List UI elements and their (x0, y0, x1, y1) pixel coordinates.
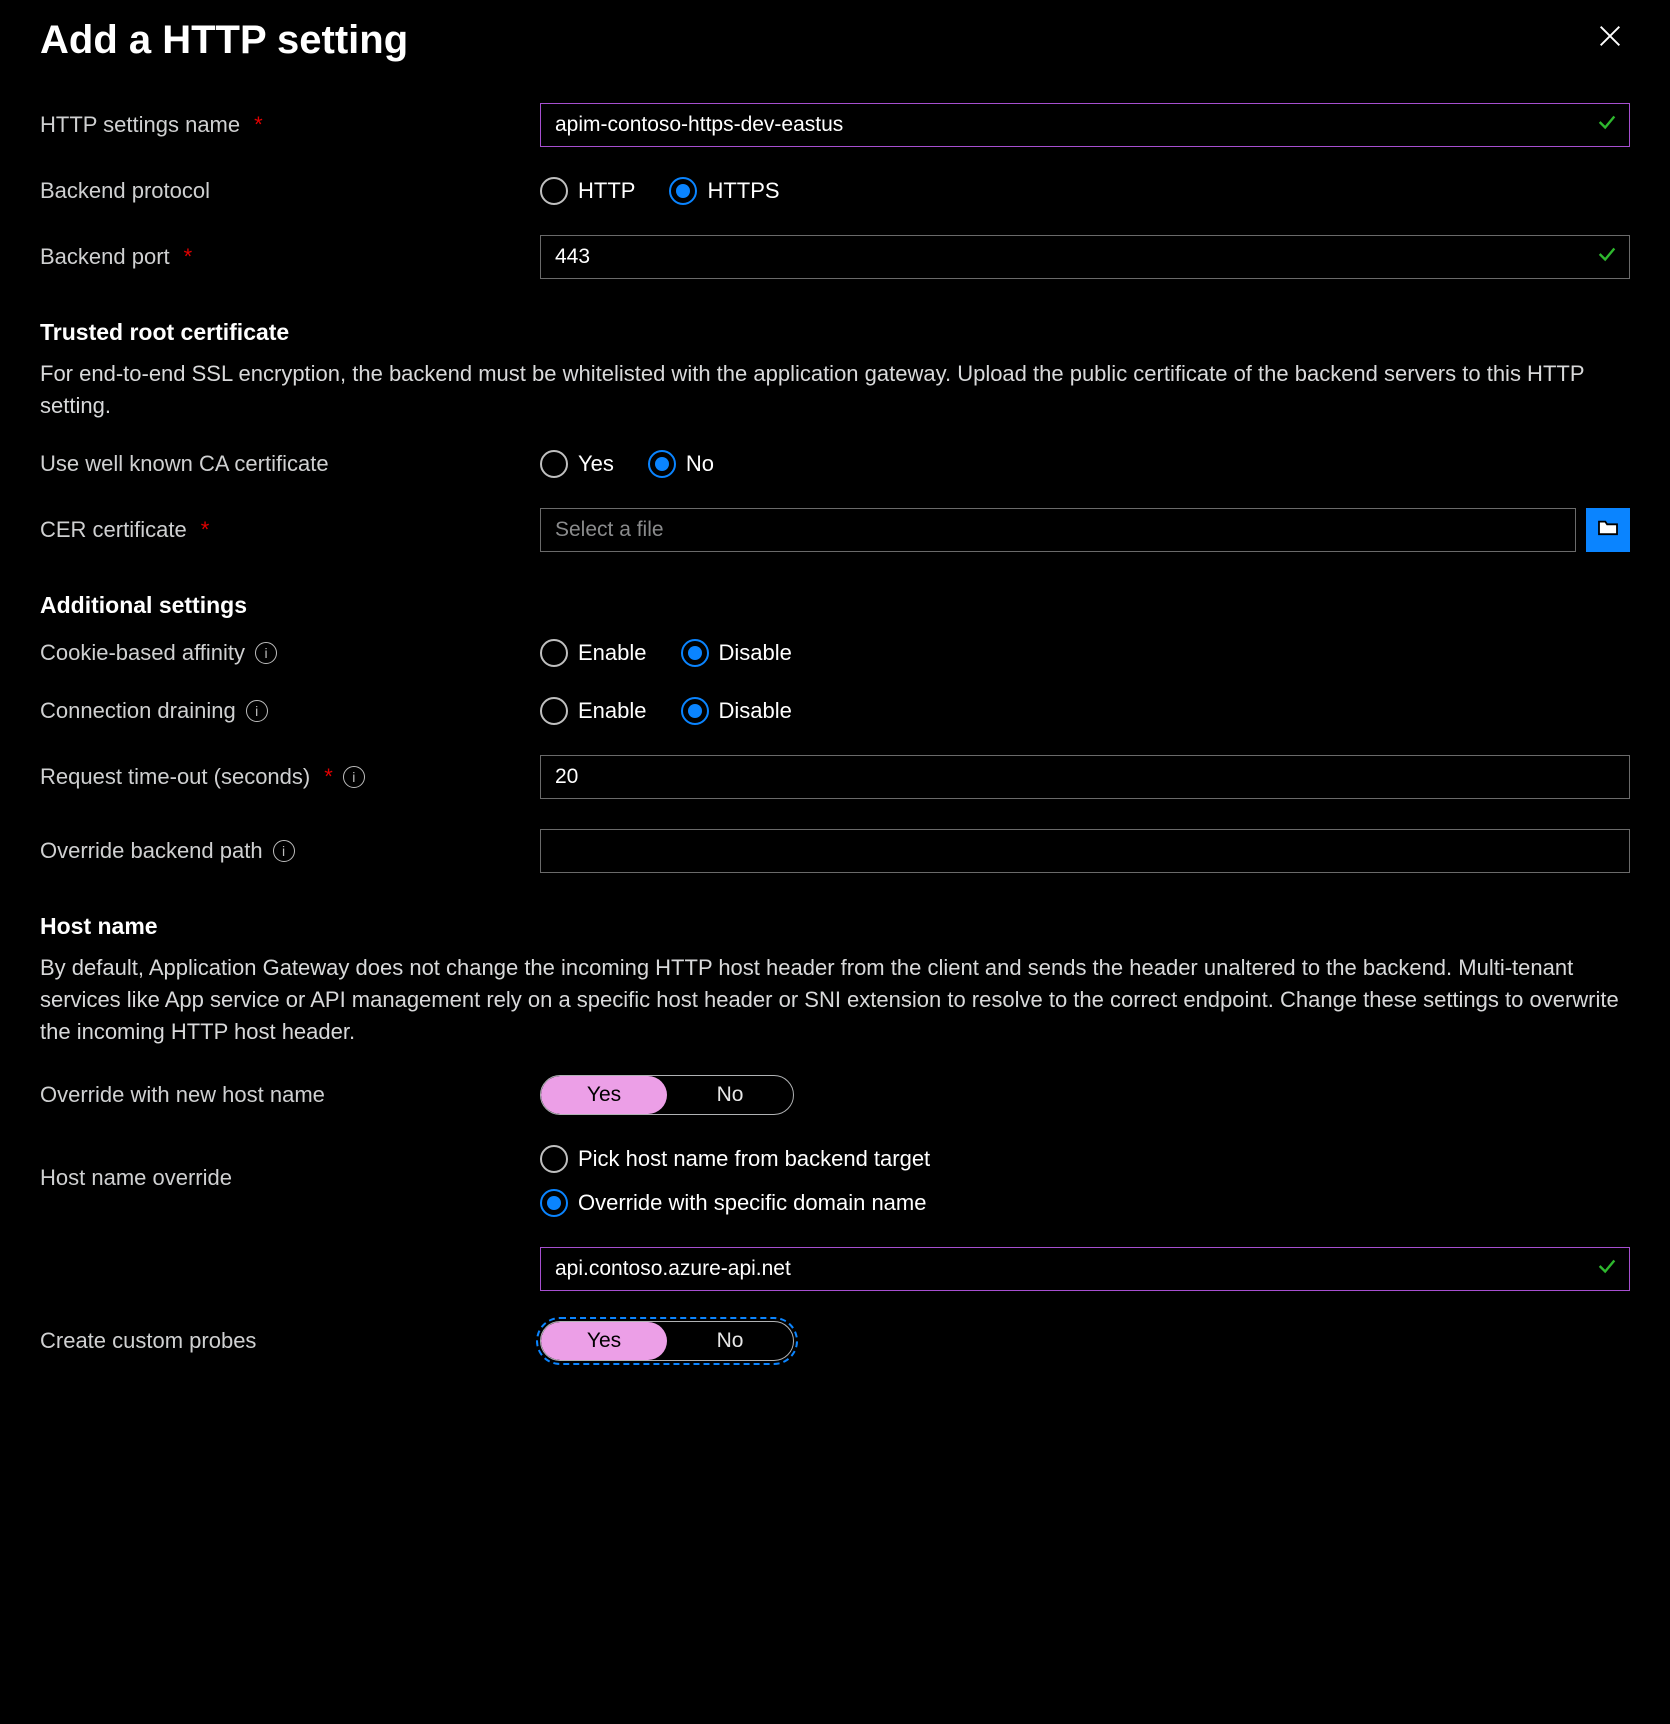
pill-override-no[interactable]: No (667, 1076, 793, 1114)
cer-file-placeholder[interactable]: Select a file (540, 508, 1576, 552)
label-create-custom-probes: Create custom probes (40, 1328, 540, 1354)
section-host-name: Host name (40, 913, 1630, 940)
backend-port-input[interactable] (540, 235, 1630, 279)
radio-protocol-https[interactable]: HTTPS (669, 177, 779, 205)
close-button[interactable] (1596, 22, 1626, 52)
label-connection-draining: Connection draining i (40, 698, 540, 724)
section-additional-settings: Additional settings (40, 592, 1630, 619)
http-settings-name-input[interactable] (540, 103, 1630, 147)
pill-override-yes[interactable]: Yes (541, 1076, 667, 1114)
host-name-override-input[interactable] (540, 1247, 1630, 1291)
radio-drain-enable[interactable]: Enable (540, 697, 647, 725)
info-icon[interactable]: i (273, 840, 295, 862)
radio-cookie-enable[interactable]: Enable (540, 639, 647, 667)
label-cer-certificate: CER certificate* (40, 517, 540, 543)
folder-icon (1597, 518, 1619, 542)
desc-trusted-root: For end-to-end SSL encryption, the backe… (40, 358, 1630, 422)
label-backend-protocol: Backend protocol (40, 178, 540, 204)
request-timeout-input[interactable] (540, 755, 1630, 799)
radio-known-ca-yes[interactable]: Yes (540, 450, 614, 478)
pill-probes-yes[interactable]: Yes (541, 1322, 667, 1360)
label-host-name-override: Host name override (40, 1145, 540, 1191)
info-icon[interactable]: i (255, 642, 277, 664)
radio-cookie-disable[interactable]: Disable (681, 639, 792, 667)
label-use-known-ca: Use well known CA certificate (40, 451, 540, 477)
info-icon[interactable]: i (343, 766, 365, 788)
info-icon[interactable]: i (246, 700, 268, 722)
radio-protocol-http[interactable]: HTTP (540, 177, 635, 205)
override-backend-path-input[interactable] (540, 829, 1630, 873)
label-override-new-host: Override with new host name (40, 1082, 540, 1108)
label-http-settings-name: HTTP settings name* (40, 112, 540, 138)
radio-known-ca-no[interactable]: No (648, 450, 714, 478)
cer-file-browse-button[interactable] (1586, 508, 1630, 552)
pill-create-custom-probes[interactable]: Yes No (540, 1321, 794, 1361)
pill-probes-no[interactable]: No (667, 1322, 793, 1360)
radio-host-specific-domain[interactable]: Override with specific domain name (540, 1189, 926, 1217)
page-title: Add a HTTP setting (40, 18, 1630, 63)
label-request-timeout: Request time-out (seconds)* i (40, 764, 540, 790)
label-override-backend-path: Override backend path i (40, 838, 540, 864)
radio-host-pick-backend[interactable]: Pick host name from backend target (540, 1145, 930, 1173)
label-backend-port: Backend port* (40, 244, 540, 270)
radio-drain-disable[interactable]: Disable (681, 697, 792, 725)
label-cookie-affinity: Cookie-based affinity i (40, 640, 540, 666)
pill-override-new-host[interactable]: Yes No (540, 1075, 794, 1115)
desc-host-name: By default, Application Gateway does not… (40, 952, 1630, 1048)
section-trusted-root: Trusted root certificate (40, 319, 1630, 346)
